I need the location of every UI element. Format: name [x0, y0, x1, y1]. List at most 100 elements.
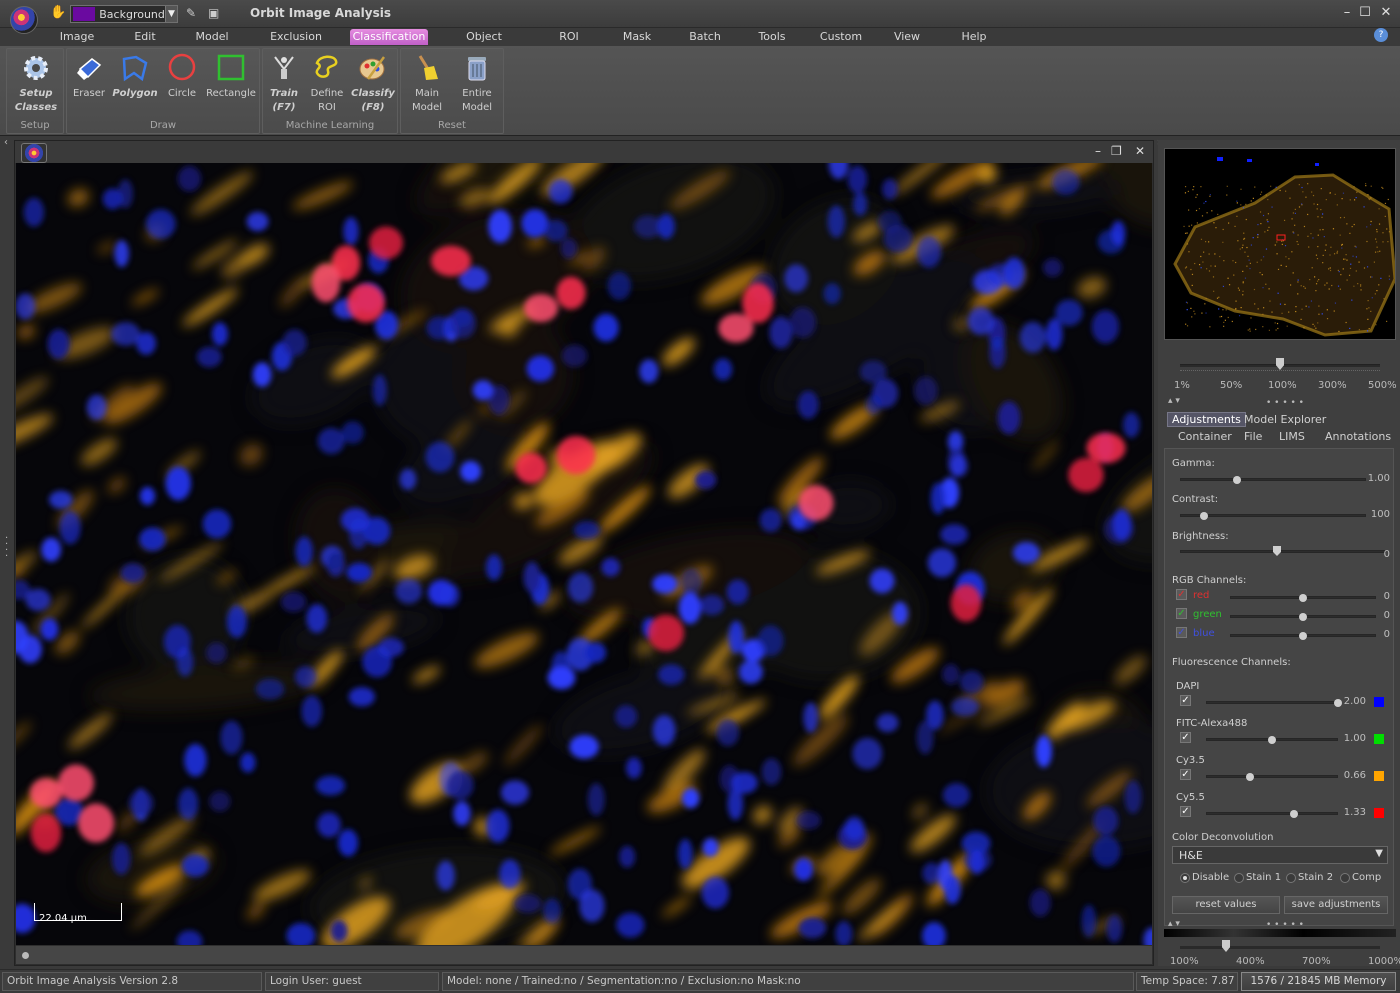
zoom-label: 50%	[1220, 380, 1243, 391]
gamma-slider-thumb[interactable]	[1233, 476, 1241, 484]
menu-tab-roi[interactable]: ROI	[556, 29, 582, 45]
tab-container[interactable]: Container	[1178, 430, 1232, 443]
pipette-icon[interactable]: ✎	[186, 6, 196, 20]
contrast-slider-thumb[interactable]	[1200, 512, 1208, 520]
rgb-green-checkbox[interactable]: ✓	[1176, 608, 1187, 619]
circle-button[interactable]: Circle	[158, 53, 206, 115]
gamma-slider[interactable]	[1180, 478, 1366, 481]
menu-tab-custom[interactable]: Custom	[816, 29, 866, 45]
collapse-toggle-icon[interactable]: ▴ ▾	[1168, 919, 1180, 929]
eraser-button[interactable]: Eraser	[65, 53, 113, 115]
setup-classes-button[interactable]: Setup Classes	[12, 53, 60, 115]
tab-file[interactable]: File	[1244, 430, 1262, 443]
deconv-stain-2-radio[interactable]	[1286, 873, 1296, 883]
class-selector[interactable]: Background ▼	[70, 5, 178, 23]
rgb-blue-slider-thumb[interactable]	[1299, 632, 1307, 640]
menu-tab-model[interactable]: Model	[194, 29, 230, 45]
gear-icon	[24, 56, 48, 80]
microscopy-image[interactable]: 22.04 µm	[16, 163, 1152, 945]
viewer-minimize-icon[interactable]: –	[1095, 144, 1101, 158]
rgb-red-checkbox[interactable]: ✓	[1176, 589, 1187, 600]
left-splitter-handle[interactable]: · · · ·	[5, 534, 8, 562]
collapse-toggle-icon[interactable]: ▴ ▾	[1168, 396, 1180, 406]
chevron-down-icon[interactable]: ▼	[164, 6, 177, 22]
classify-button[interactable]: Classify (F8)	[349, 53, 397, 115]
reset-entire-model-button[interactable]: Entire Model	[453, 53, 501, 115]
classify-icon	[359, 56, 386, 80]
fluo-fitc-alexa488-slider-thumb[interactable]	[1268, 736, 1276, 744]
viewer-tab-bar: – ❐ ✕	[15, 141, 1153, 163]
hand-tool-icon[interactable]: ✋	[50, 6, 66, 20]
collapse-left-icon[interactable]: ‹	[4, 138, 8, 148]
train-label: Train (F7)	[270, 88, 298, 113]
menu-tab-image[interactable]: Image	[58, 29, 96, 45]
brightness-slider[interactable]	[1180, 550, 1386, 553]
maximize-icon[interactable]: ☐	[1356, 4, 1374, 22]
secondary-zoom-slider[interactable]	[1180, 946, 1380, 949]
panel-splitter-handle[interactable]: • • • • •	[1266, 398, 1304, 408]
ribbon-group-label: Setup	[20, 120, 50, 131]
fluo-cy3-5-checkbox[interactable]: ✓	[1180, 769, 1191, 780]
fluo-dapi-slider[interactable]	[1206, 701, 1338, 704]
fluo-fitc-alexa488-color-swatch[interactable]	[1374, 734, 1384, 744]
menu-tab-view[interactable]: View	[892, 29, 922, 45]
menu-tab-exclusion-model[interactable]: Exclusion Model	[256, 29, 336, 59]
rgb-blue-checkbox[interactable]: ✓	[1176, 627, 1187, 638]
fluo-cy3-5-color-swatch[interactable]	[1374, 771, 1384, 781]
app-logo-icon[interactable]	[10, 6, 38, 34]
close-icon[interactable]: ✕	[1377, 4, 1395, 22]
menu-tab-help[interactable]: Help	[958, 29, 990, 45]
fluo-cy5-5-checkbox[interactable]: ✓	[1180, 806, 1191, 817]
deconv-comp-radio[interactable]	[1340, 873, 1350, 883]
help-icon[interactable]: ?	[1374, 28, 1388, 42]
zoom-slider-thumb[interactable]	[1276, 358, 1284, 370]
deconvolution-select[interactable]: H&E ▼	[1172, 846, 1388, 864]
eraser-label: Eraser	[72, 88, 106, 99]
define-roi-button[interactable]: Define ROI	[303, 53, 351, 115]
menu-tab-batch[interactable]: Batch	[686, 29, 724, 45]
fluo-fitc-alexa488-checkbox[interactable]: ✓	[1180, 732, 1191, 743]
fluo-dapi-color-swatch[interactable]	[1374, 697, 1384, 707]
fluo-dapi-checkbox[interactable]: ✓	[1180, 695, 1191, 706]
reset-main-model-button[interactable]: Main Model	[403, 53, 451, 115]
tab-lims[interactable]: LIMS	[1279, 430, 1305, 443]
overview-thumbnail[interactable]	[1164, 148, 1396, 340]
fluorescence-image	[16, 163, 1152, 945]
minimize-icon[interactable]: –	[1338, 4, 1356, 22]
fluo-cy5-5-slider[interactable]	[1206, 812, 1338, 815]
rgb-red-slider-thumb[interactable]	[1299, 594, 1307, 602]
circle-icon	[168, 53, 196, 81]
menu-tab-edit[interactable]: Edit	[132, 29, 158, 45]
deconv-stain-1-radio[interactable]	[1234, 873, 1244, 883]
fluo-cy3-5-slider-thumb[interactable]	[1246, 773, 1254, 781]
setup-classes-label: Setup Classes	[14, 88, 58, 113]
status-model: Model: none / Trained:no / Segmentation:…	[442, 972, 1134, 991]
fluo-cy3-5-slider[interactable]	[1206, 775, 1338, 778]
rectangle-button[interactable]: Rectangle	[206, 53, 256, 115]
fluo-cy5-5-color-swatch[interactable]	[1374, 808, 1384, 818]
menu-tab-mask[interactable]: Mask	[620, 29, 654, 45]
polygon-button[interactable]: Polygon	[111, 53, 159, 115]
classify-label: Classify (F8)	[351, 88, 395, 113]
image-tab-icon[interactable]	[21, 143, 47, 163]
menu-tab-tools[interactable]: Tools	[756, 29, 788, 45]
title-bar: ✋ Background ▼ ✎ ▣ Orbit Image Analysis …	[0, 0, 1400, 28]
secondary-zoom-thumb[interactable]	[1222, 940, 1230, 952]
viewer-restore-icon[interactable]: ❐	[1111, 144, 1122, 158]
scrollbar-thumb[interactable]	[22, 952, 29, 959]
menu-tab-object-detection[interactable]: Object Detection	[442, 29, 526, 59]
tab-model-explorer[interactable]: Model Explorer	[1244, 413, 1326, 426]
train-button[interactable]: Train (F7)	[260, 53, 308, 115]
tab-adjustments[interactable]: Adjustments	[1167, 412, 1246, 427]
tab-annotations[interactable]: Annotations	[1325, 430, 1391, 443]
save-adjustments-button[interactable]: save adjustments	[1284, 896, 1388, 914]
rgb-green-slider-thumb[interactable]	[1299, 613, 1307, 621]
id-card-icon[interactable]: ▣	[208, 6, 219, 20]
reset-values-button[interactable]: reset values	[1172, 896, 1280, 914]
deconv-disable-radio[interactable]	[1180, 873, 1190, 883]
viewer-close-icon[interactable]: ✕	[1135, 144, 1145, 158]
fluo-cy5-5-slider-thumb[interactable]	[1290, 810, 1298, 818]
horizontal-scrollbar[interactable]	[16, 946, 1152, 964]
menu-tab-classification[interactable]: Classification	[350, 29, 428, 45]
memory-indicator[interactable]: 1576 / 21845 MB Memory	[1241, 972, 1396, 991]
